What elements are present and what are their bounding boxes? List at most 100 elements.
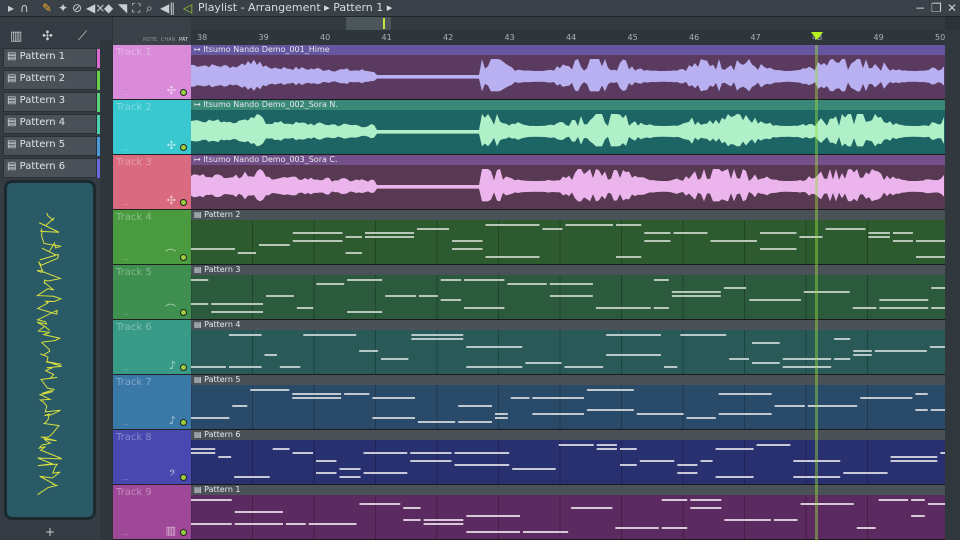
clip[interactable]: ▤ Pattern 2: [191, 210, 945, 265]
add-pattern-button[interactable]: +: [45, 525, 55, 539]
paint-icon[interactable]: ✦: [58, 1, 68, 15]
track-header[interactable]: Track 7... ♪: [113, 375, 191, 430]
pattern-item[interactable]: ▤ Pattern 4: [3, 114, 100, 134]
close-button[interactable]: ✕: [947, 1, 957, 15]
track-menu[interactable]: ...: [122, 199, 129, 207]
pattern-item[interactable]: ▤ Pattern 5: [3, 136, 100, 156]
track-enable-toggle[interactable]: [180, 529, 187, 536]
note: [234, 523, 283, 525]
timeline-ruler[interactable]: 38 39 40 41 42 43 44 45 46 47 48 49 50: [191, 30, 945, 45]
track-menu[interactable]: ...: [122, 144, 129, 152]
track-header[interactable]: Track 3... ✣: [113, 155, 191, 210]
window-title: Playlist - Arrangement ▸ Pattern 1 ▸: [198, 1, 393, 14]
automation-icon[interactable]: ⟋: [78, 29, 87, 44]
track-enable-toggle[interactable]: [180, 474, 187, 481]
clip-header[interactable]: ↦ Itsumo Nando Demo_001_Hime: [191, 45, 945, 55]
clip-header[interactable]: ↦ Itsumo Nando Demo_003_Sora C.: [191, 155, 945, 165]
slice-icon[interactable]: ◥: [118, 1, 127, 15]
track-enable-toggle[interactable]: [180, 199, 187, 206]
track-menu[interactable]: ...: [122, 309, 129, 317]
clip[interactable]: ▤ Pattern 6: [191, 430, 945, 485]
note: [344, 393, 370, 395]
pattern-icon: ▤: [7, 117, 20, 128]
track-type-icon: ♪: [168, 359, 176, 372]
clip[interactable]: ▤ Pattern 3: [191, 265, 945, 320]
clip-header[interactable]: ▤ Pattern 1: [191, 485, 945, 495]
track-name: Track 4: [116, 212, 152, 223]
track-enable-toggle[interactable]: [180, 144, 187, 151]
clip[interactable]: ↦ Itsumo Nando Demo_001_Hime: [191, 45, 945, 100]
note: [507, 283, 547, 285]
zoom-icon[interactable]: ⌕: [146, 1, 153, 16]
clip-header[interactable]: ↦ Itsumo Nando Demo_002_Sora N.: [191, 100, 945, 110]
playback-icon[interactable]: ◀‖: [160, 1, 175, 15]
track-header[interactable]: Track 1... ✣: [113, 45, 191, 100]
restore-button[interactable]: ❐: [931, 1, 942, 15]
pattern-item[interactable]: ▤ Pattern 2: [3, 70, 100, 90]
track-header[interactable]: Track 5... ⌒: [113, 265, 191, 320]
note: [454, 464, 510, 466]
chan-filter[interactable]: CHAN: [161, 37, 175, 43]
clip[interactable]: ↦ Itsumo Nando Demo_003_Sora C.: [191, 155, 945, 210]
track-name: Track 5: [116, 267, 152, 278]
select-icon[interactable]: ⛶: [132, 1, 140, 16]
clip-header[interactable]: ▤ Pattern 3: [191, 265, 945, 275]
track-header[interactable]: Track 8... 𝄢: [113, 430, 191, 485]
piano-icon[interactable]: ▥: [10, 29, 22, 44]
minimize-button[interactable]: −: [915, 1, 925, 15]
playhead-marker[interactable]: [811, 32, 823, 40]
track-menu[interactable]: ...: [122, 89, 129, 97]
track-header[interactable]: Track 2... ✣: [113, 100, 191, 155]
clip[interactable]: ▤ Pattern 4: [191, 320, 945, 375]
note: [586, 409, 634, 411]
note-filter[interactable]: NOTE: [143, 37, 157, 43]
track-enable-toggle[interactable]: [180, 419, 187, 426]
track-menu[interactable]: ...: [122, 474, 129, 482]
track-header[interactable]: Track 9... ▥: [113, 485, 191, 540]
clip-header[interactable]: ▤ Pattern 2: [191, 210, 945, 220]
track-menu[interactable]: ...: [122, 364, 129, 372]
note: [800, 503, 854, 505]
track-header[interactable]: Track 6... ♪: [113, 320, 191, 375]
track-menu[interactable]: ...: [122, 419, 129, 427]
pattern-item[interactable]: ▤ Pattern 1: [3, 48, 100, 68]
track-header[interactable]: Track 4... ⌒: [113, 210, 191, 265]
picker-scrollbar[interactable]: [100, 40, 112, 540]
note: [191, 279, 209, 281]
note: [191, 523, 232, 525]
note: [860, 397, 913, 399]
pattern-item[interactable]: ▤ Pattern 3: [3, 92, 100, 112]
delete-icon[interactable]: ⊘: [72, 1, 82, 15]
clip[interactable]: ↦ Itsumo Nando Demo_002_Sora N.: [191, 100, 945, 155]
clip[interactable]: ▤ Pattern 5: [191, 375, 945, 430]
track-enable-toggle[interactable]: [180, 254, 187, 261]
clip-header[interactable]: ▤ Pattern 6: [191, 430, 945, 440]
note: [558, 444, 594, 446]
note: [485, 256, 540, 258]
magnet-icon[interactable]: ∩: [20, 1, 29, 15]
track-enable-toggle[interactable]: [180, 89, 187, 96]
overview-scrollbar[interactable]: [191, 17, 945, 30]
vertical-scrollbar[interactable]: [945, 30, 960, 540]
audio-icon[interactable]: ✣: [42, 29, 53, 44]
clip-header[interactable]: ▤ Pattern 4: [191, 320, 945, 330]
menu-arrow-icon[interactable]: ▸: [8, 1, 14, 15]
mute-icon[interactable]: ◀×: [86, 1, 105, 15]
note: [347, 279, 383, 281]
track-menu[interactable]: ...: [122, 529, 129, 537]
track-enable-toggle[interactable]: [180, 364, 187, 371]
note: [285, 523, 306, 525]
pattern-item[interactable]: ▤ Pattern 6: [3, 158, 100, 178]
pencil-icon[interactable]: ✎: [42, 1, 52, 15]
clip-header[interactable]: ▤ Pattern 5: [191, 375, 945, 385]
title-bar: ▸ ∩ ✎ ✦ ⊘ ◀× ◆ ◥ ⛶ ⌕ ◀‖ ◁ Playlist - Arr…: [0, 0, 960, 17]
clip[interactable]: ▤ Pattern 1: [191, 485, 945, 540]
note: [191, 248, 235, 250]
track-menu[interactable]: ...: [122, 254, 129, 262]
note: [729, 358, 749, 360]
pat-filter[interactable]: PAT: [179, 37, 188, 43]
note: [890, 456, 938, 458]
note: [292, 393, 342, 395]
slip-icon[interactable]: ◆: [104, 1, 113, 15]
track-enable-toggle[interactable]: [180, 309, 187, 316]
